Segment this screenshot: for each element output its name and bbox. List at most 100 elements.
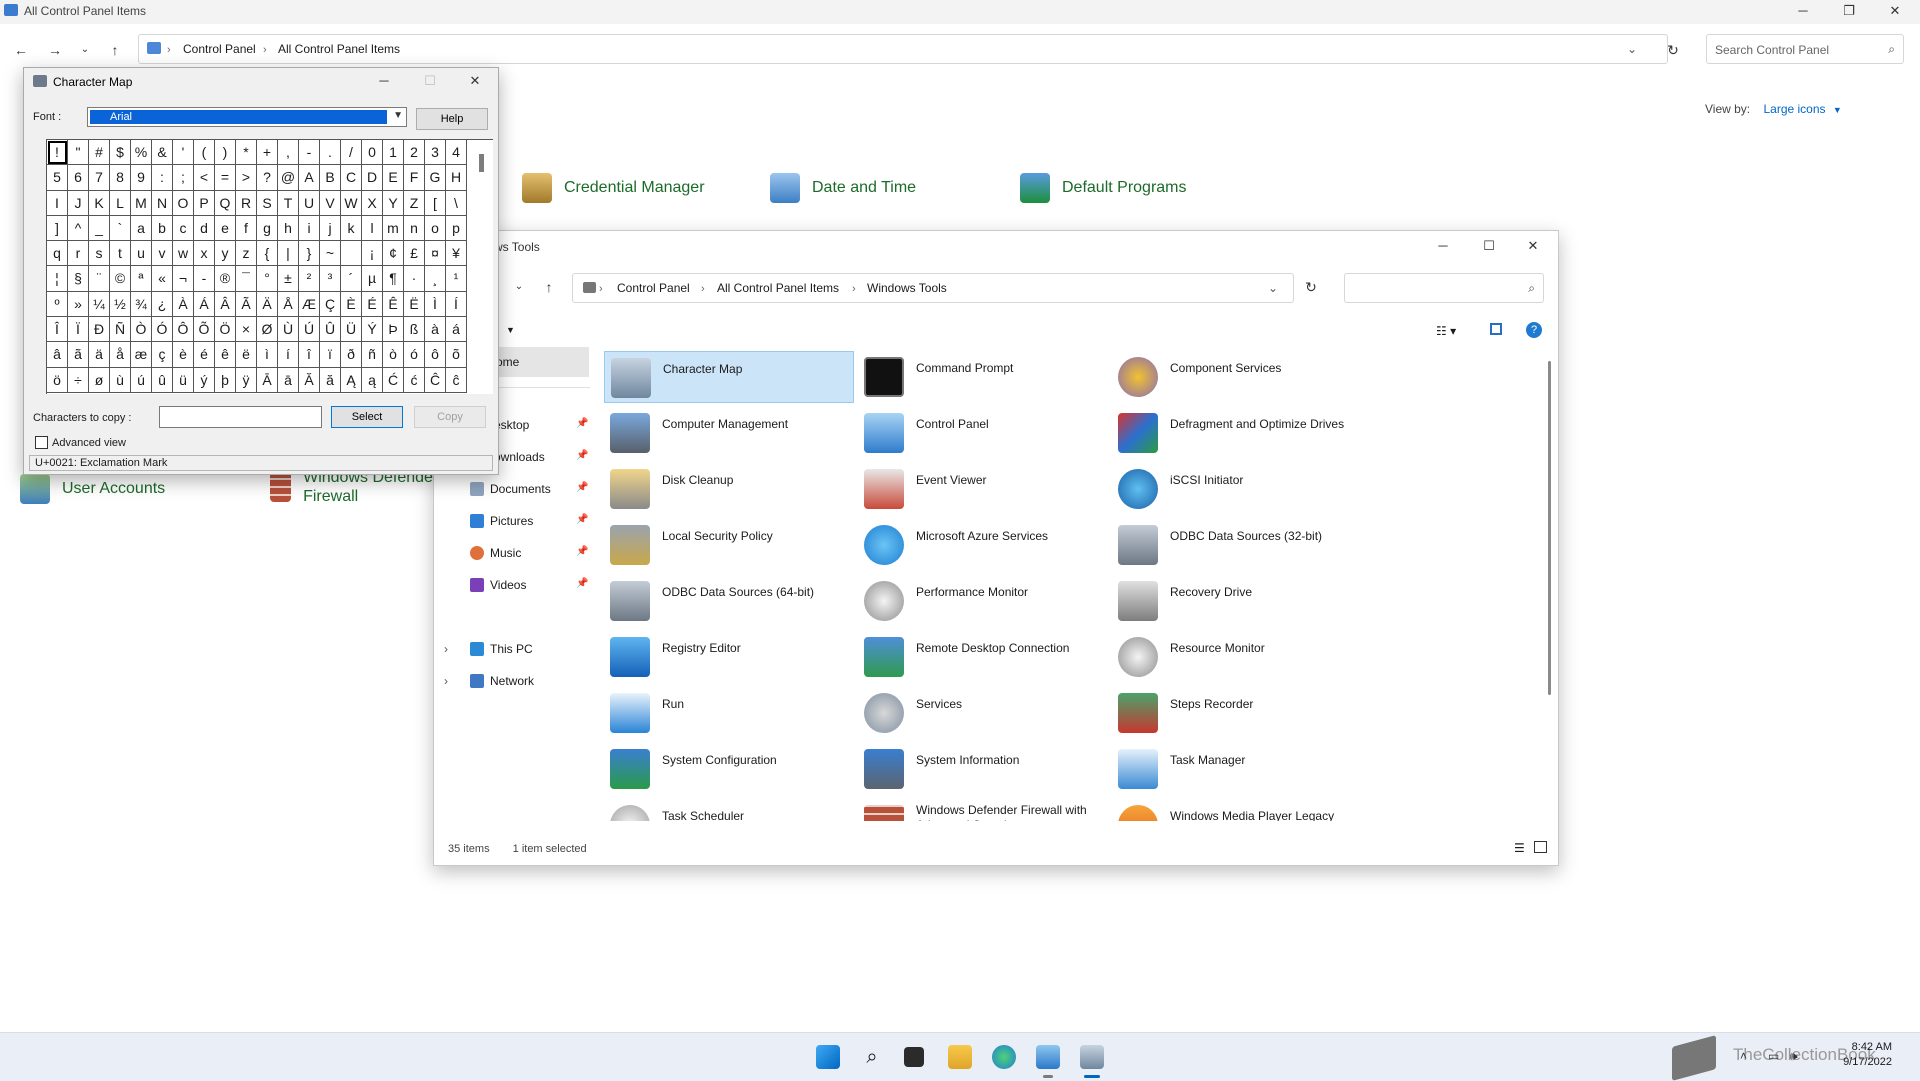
char-cell[interactable]: ð xyxy=(341,342,362,368)
char-cell[interactable]: ò xyxy=(383,342,404,368)
char-cell[interactable]: Ą xyxy=(341,367,362,393)
char-cell[interactable]: C xyxy=(341,165,362,191)
tool-defender-firewall[interactable]: Windows Defender Firewall with Advanced … xyxy=(858,799,1108,821)
char-cell[interactable]: ì xyxy=(257,342,278,368)
details-view-icon[interactable]: ☰ xyxy=(1514,841,1525,855)
tool-component-services[interactable]: Component Services xyxy=(1112,351,1362,403)
char-cell[interactable]: q xyxy=(47,241,68,267)
char-cell[interactable]: ¥ xyxy=(446,241,467,267)
char-cell[interactable]: _ xyxy=(89,215,110,242)
tool-odbc-64[interactable]: ODBC Data Sources (64-bit) xyxy=(604,575,854,627)
char-cell[interactable]: a xyxy=(131,215,152,242)
char-cell[interactable]: - xyxy=(299,140,320,166)
char-cell[interactable]: Í xyxy=(446,291,467,318)
char-cell[interactable]: î xyxy=(299,342,320,368)
chevron-up-icon[interactable]: ˄ xyxy=(1740,1049,1747,1063)
char-cell[interactable]: ¤ xyxy=(425,241,446,267)
char-cell[interactable]: ' xyxy=(173,140,194,166)
select-button[interactable]: Select xyxy=(331,406,403,428)
char-cell[interactable]: ù xyxy=(110,367,131,393)
address-bar[interactable]: › Control Panel › All Control Panel Item… xyxy=(572,273,1294,303)
char-cell[interactable]: x xyxy=(194,241,215,267)
char-cell[interactable]: l xyxy=(362,215,383,242)
char-cell[interactable]: j xyxy=(320,215,341,242)
char-cell[interactable]: Ă xyxy=(299,367,320,393)
char-cell[interactable]: ï xyxy=(320,342,341,368)
char-cell[interactable]: % xyxy=(131,140,152,166)
char-cell[interactable]: N xyxy=(152,190,173,216)
address-dropdown-icon[interactable]: ⌄ xyxy=(1627,42,1637,56)
char-cell[interactable]: d xyxy=(194,215,215,242)
char-cell[interactable]: f xyxy=(236,215,257,242)
char-cell[interactable]: ¿ xyxy=(152,291,173,318)
preview-pane-icon[interactable] xyxy=(1490,323,1502,335)
tool-recovery-drive[interactable]: Recovery Drive xyxy=(1112,575,1362,627)
char-cell[interactable]: ø xyxy=(89,367,110,393)
tool-task-scheduler[interactable]: Task Scheduler xyxy=(604,799,854,821)
char-cell[interactable]: Ð xyxy=(89,317,110,343)
char-cell[interactable]: \ xyxy=(446,190,467,216)
char-cell[interactable]: Õ xyxy=(194,317,215,343)
char-cell[interactable]: O xyxy=(173,190,194,216)
breadcrumb-all-items[interactable]: All Control Panel Items xyxy=(717,281,839,295)
task-view-icon[interactable] xyxy=(904,1047,924,1067)
minimize-button[interactable]: ─ xyxy=(1420,235,1466,259)
char-cell[interactable]: ¹ xyxy=(446,266,467,292)
char-cell[interactable]: z xyxy=(236,241,257,267)
char-cell[interactable]: ë xyxy=(236,342,257,368)
char-cell[interactable]: Y xyxy=(383,190,404,216)
char-cell[interactable]: W xyxy=(341,190,362,216)
restore-button[interactable]: ❐ xyxy=(1826,0,1872,24)
char-cell[interactable]: t xyxy=(110,241,131,267)
char-cell[interactable]: 6 xyxy=(68,165,89,191)
char-cell[interactable]: ă xyxy=(320,367,341,393)
char-cell[interactable]: Ç xyxy=(320,291,341,318)
char-cell[interactable]: I xyxy=(47,190,68,216)
tool-command-prompt[interactable]: Command Prompt xyxy=(858,351,1108,403)
char-cell[interactable]: ¦ xyxy=(47,266,68,292)
char-cell[interactable]: D xyxy=(362,165,383,191)
sidebar-item-this-pc[interactable]: › This PC xyxy=(434,637,594,661)
view-by-dropdown[interactable]: Large icons xyxy=(1763,102,1825,116)
char-cell[interactable]: µ xyxy=(362,266,383,292)
tool-registry-editor[interactable]: Registry Editor xyxy=(604,631,854,683)
char-cell[interactable]: X xyxy=(362,190,383,216)
char-cell[interactable]: ( xyxy=(194,140,215,166)
char-cell[interactable]: 0 xyxy=(362,140,383,166)
char-cell[interactable]: Ï xyxy=(68,317,89,343)
recent-chevron-icon[interactable]: ⌄ xyxy=(508,277,530,297)
refresh-icon[interactable]: ↻ xyxy=(1300,277,1322,297)
char-cell[interactable]: ¢ xyxy=(383,241,404,267)
char-cell[interactable]: Ö xyxy=(215,317,236,343)
char-cell[interactable]: ¨ xyxy=(89,266,110,292)
char-cell[interactable]: 9 xyxy=(131,165,152,191)
help-button[interactable]: Help xyxy=(416,108,488,130)
monitor-icon[interactable]: ▭ xyxy=(1768,1049,1779,1063)
char-cell[interactable]: ® xyxy=(215,266,236,292)
char-cell[interactable]: B xyxy=(320,165,341,191)
char-cell[interactable]: 7 xyxy=(89,165,110,191)
search-box[interactable]: ⌕ xyxy=(1344,273,1544,303)
char-cell[interactable]: á xyxy=(446,317,467,343)
tool-odbc-32[interactable]: ODBC Data Sources (32-bit) xyxy=(1112,519,1362,571)
char-cell[interactable]: J xyxy=(68,190,89,216)
char-cell[interactable]: K xyxy=(89,190,110,216)
char-cell[interactable]: k xyxy=(341,215,362,242)
char-cell[interactable]: Ú xyxy=(299,317,320,343)
char-cell[interactable]: n xyxy=(404,215,425,242)
char-cell[interactable]: v xyxy=(152,241,173,267)
advanced-view[interactable]: Advanced view xyxy=(35,436,126,449)
char-cell[interactable]: y xyxy=(215,241,236,267)
scrollbar[interactable] xyxy=(1548,361,1551,695)
tool-computer-management[interactable]: Computer Management xyxy=(604,407,854,459)
char-cell[interactable]: ) xyxy=(215,140,236,166)
char-cell[interactable]: ¼ xyxy=(89,291,110,318)
char-cell[interactable]: § xyxy=(68,266,89,292)
char-cell[interactable]: Ü xyxy=(341,317,362,343)
char-cell[interactable]: ÷ xyxy=(68,367,89,393)
char-cell[interactable]: ° xyxy=(257,266,278,292)
file-explorer-icon[interactable] xyxy=(948,1045,972,1069)
char-cell[interactable]: F xyxy=(404,165,425,191)
char-cell[interactable]: E xyxy=(383,165,404,191)
char-cell[interactable]: À xyxy=(173,291,194,318)
